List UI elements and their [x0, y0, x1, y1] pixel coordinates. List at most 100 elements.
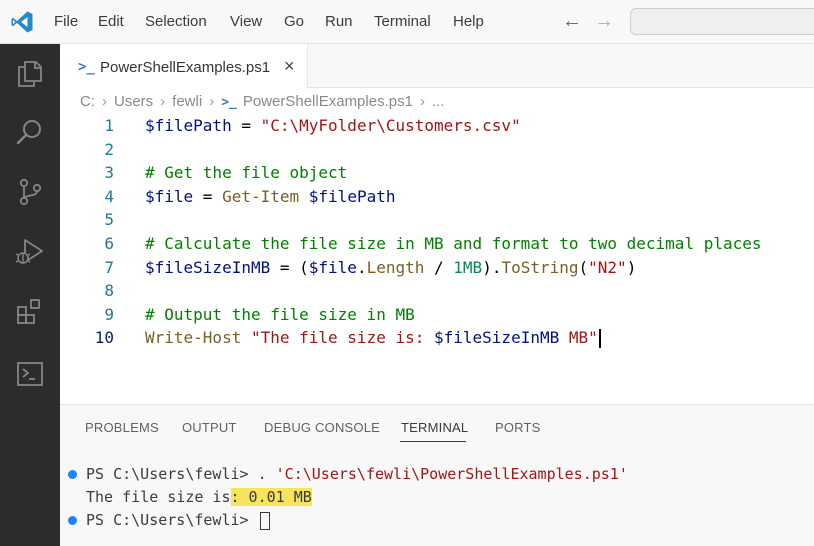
code-token: . — [356, 257, 367, 277]
code-token: $file — [308, 257, 357, 277]
code-token: $filePath — [308, 186, 396, 206]
code-token: "C:\MyFolder\Customers.csv" — [260, 116, 521, 135]
breadcrumb-item-symbols[interactable]: ... — [432, 93, 445, 110]
activity-bar — [0, 44, 60, 546]
terminal-script-path[interactable]: 'C:\Users\fewli\PowerShellExamples.ps1' — [276, 465, 628, 483]
forward-arrow-icon[interactable]: → — [594, 10, 614, 33]
menu-go[interactable]: Go — [284, 13, 304, 30]
code-token: # Get the file object — [145, 163, 348, 183]
menu-run[interactable]: Run — [325, 13, 353, 30]
chevron-right-icon: › — [419, 93, 425, 110]
breadcrumb: C: › Users › fewli › >_ PowerShellExamples.ps1 ›… — [80, 93, 444, 113]
code-line[interactable]: 6 # Calculate the file size in MB and for… — [60, 232, 814, 256]
line-number: 6 — [104, 234, 114, 253]
code-token: $filePath — [145, 116, 232, 135]
menu-selection[interactable]: Selection — [145, 13, 207, 30]
code-line[interactable]: 2 — [60, 138, 814, 162]
terminal-command: . — [257, 465, 276, 483]
line-number: 2 — [104, 139, 114, 159]
tab-ports[interactable]: PORTS — [495, 420, 541, 435]
line-number: 3 — [104, 163, 114, 183]
line-number: 9 — [104, 304, 114, 324]
menu-file[interactable]: File — [54, 13, 78, 30]
code-line[interactable]: 1 $filePath = "C:\MyFolder\Customers.csv" — [60, 114, 814, 138]
line-number: 7 — [104, 257, 114, 277]
terminal-line: The file size is: 0.01 MB — [60, 486, 814, 508]
extensions-icon[interactable] — [14, 296, 46, 328]
code-line[interactable]: 7 $fileSizeInMB = ($file.Length / 1MB).To… — [60, 256, 814, 280]
breadcrumb-item-user[interactable]: fewli — [172, 93, 202, 110]
command-center-search[interactable] — [630, 8, 814, 35]
tab-debug-console[interactable]: DEBUG CONSOLE — [264, 420, 380, 435]
powershell-icon[interactable] — [14, 358, 46, 390]
code-token: ) — [626, 257, 637, 277]
code-line[interactable]: 10 Write-Host "The file size is: $fileSiz… — [60, 326, 814, 350]
code-token: # Output the file size in MB — [145, 304, 415, 324]
code-content: $file = Get-Item $filePath — [145, 185, 395, 209]
search-icon[interactable] — [14, 116, 46, 148]
code-token: # Calculate the file size in MB and form… — [145, 234, 762, 253]
code-line[interactable]: 8 — [60, 279, 814, 303]
tab-powershellexamples[interactable]: >_ PowerShellExamples.ps1 × — [60, 44, 308, 89]
code-token: ( — [578, 257, 589, 277]
run-debug-icon[interactable] — [14, 236, 46, 268]
active-tab-indicator — [400, 441, 466, 442]
tab-output[interactable]: OUTPUT — [182, 420, 237, 435]
code-editor[interactable]: 1 $filePath = "C:\MyFolder\Customers.csv"… — [60, 114, 814, 396]
code-content: # Get the file object — [145, 161, 347, 185]
code-line[interactable]: 9 # Output the file size in MB — [60, 303, 814, 327]
command-success-dot-icon[interactable] — [68, 470, 77, 479]
breadcrumb-item-file[interactable]: PowerShellExamples.ps1 — [243, 93, 413, 110]
source-control-icon[interactable] — [14, 176, 46, 208]
code-token: / — [424, 257, 454, 277]
code-token: Length — [366, 257, 425, 277]
tab-problems[interactable]: PROBLEMS — [85, 420, 159, 435]
code-line[interactable]: 5 — [60, 208, 814, 232]
code-content: $fileSizeInMB = ($file.Length / 1MB).ToS… — [145, 256, 636, 280]
code-token: = ( — [270, 257, 309, 277]
explorer-icon[interactable] — [14, 58, 46, 90]
title-bar: File Edit Selection View Go Run Terminal… — [0, 0, 814, 44]
line-number: 10 — [94, 328, 114, 348]
code-content: # Calculate the file size in MB and form… — [145, 232, 762, 256]
menu-view[interactable]: View — [230, 13, 262, 30]
powershell-file-icon: >_ — [78, 59, 95, 75]
menu-help[interactable]: Help — [453, 13, 484, 30]
tab-label: PowerShellExamples.ps1 — [100, 59, 271, 76]
line-number: 5 — [104, 210, 114, 230]
powershell-file-icon: >_ — [221, 95, 237, 110]
code-token: = — [231, 116, 261, 135]
terminal-output-highlight: : 0.01 MB — [230, 488, 312, 506]
code-token: $fileSizeInMB — [145, 257, 271, 277]
line-number: 1 — [104, 116, 114, 135]
code-token: = — [193, 186, 223, 206]
back-arrow-icon[interactable]: ← — [562, 10, 582, 33]
terminal-prompt: PS C:\Users\fewli> — [86, 511, 258, 529]
close-icon[interactable]: × — [284, 56, 295, 77]
code-token: MB" — [559, 328, 598, 348]
code-token: "The file size is: — [250, 328, 434, 348]
terminal-prompt: PS C:\Users\fewli> — [86, 465, 258, 483]
breadcrumb-item-drive[interactable]: C: — [80, 93, 95, 110]
chevron-right-icon: › — [209, 93, 215, 110]
code-token: $file — [145, 186, 194, 206]
terminal-cursor — [259, 511, 270, 530]
menu-terminal[interactable]: Terminal — [374, 13, 431, 30]
code-token: ToString — [501, 257, 579, 277]
vscode-logo-icon[interactable] — [10, 10, 34, 34]
code-content: Write-Host "The file size is: $fileSizeI… — [145, 326, 601, 350]
command-status-dot-icon[interactable] — [68, 516, 77, 525]
menu-edit[interactable]: Edit — [98, 13, 124, 30]
breadcrumb-item-users[interactable]: Users — [114, 93, 153, 110]
code-content: # Output the file size in MB — [145, 303, 415, 327]
code-line[interactable]: 4 $file = Get-Item $filePath — [60, 185, 814, 209]
code-token: Get-Item — [222, 186, 300, 206]
tab-terminal[interactable]: TERMINAL — [401, 420, 468, 435]
bottom-panel: PROBLEMS OUTPUT DEBUG CONSOLE TERMINAL P… — [60, 404, 814, 546]
line-number: 8 — [104, 281, 114, 301]
line-number: 4 — [104, 186, 114, 206]
chevron-right-icon: › — [102, 93, 107, 110]
code-line[interactable]: 3 # Get the file object — [60, 161, 814, 185]
code-content: $filePath = "C:\MyFolder\Customers.csv" — [145, 114, 521, 138]
